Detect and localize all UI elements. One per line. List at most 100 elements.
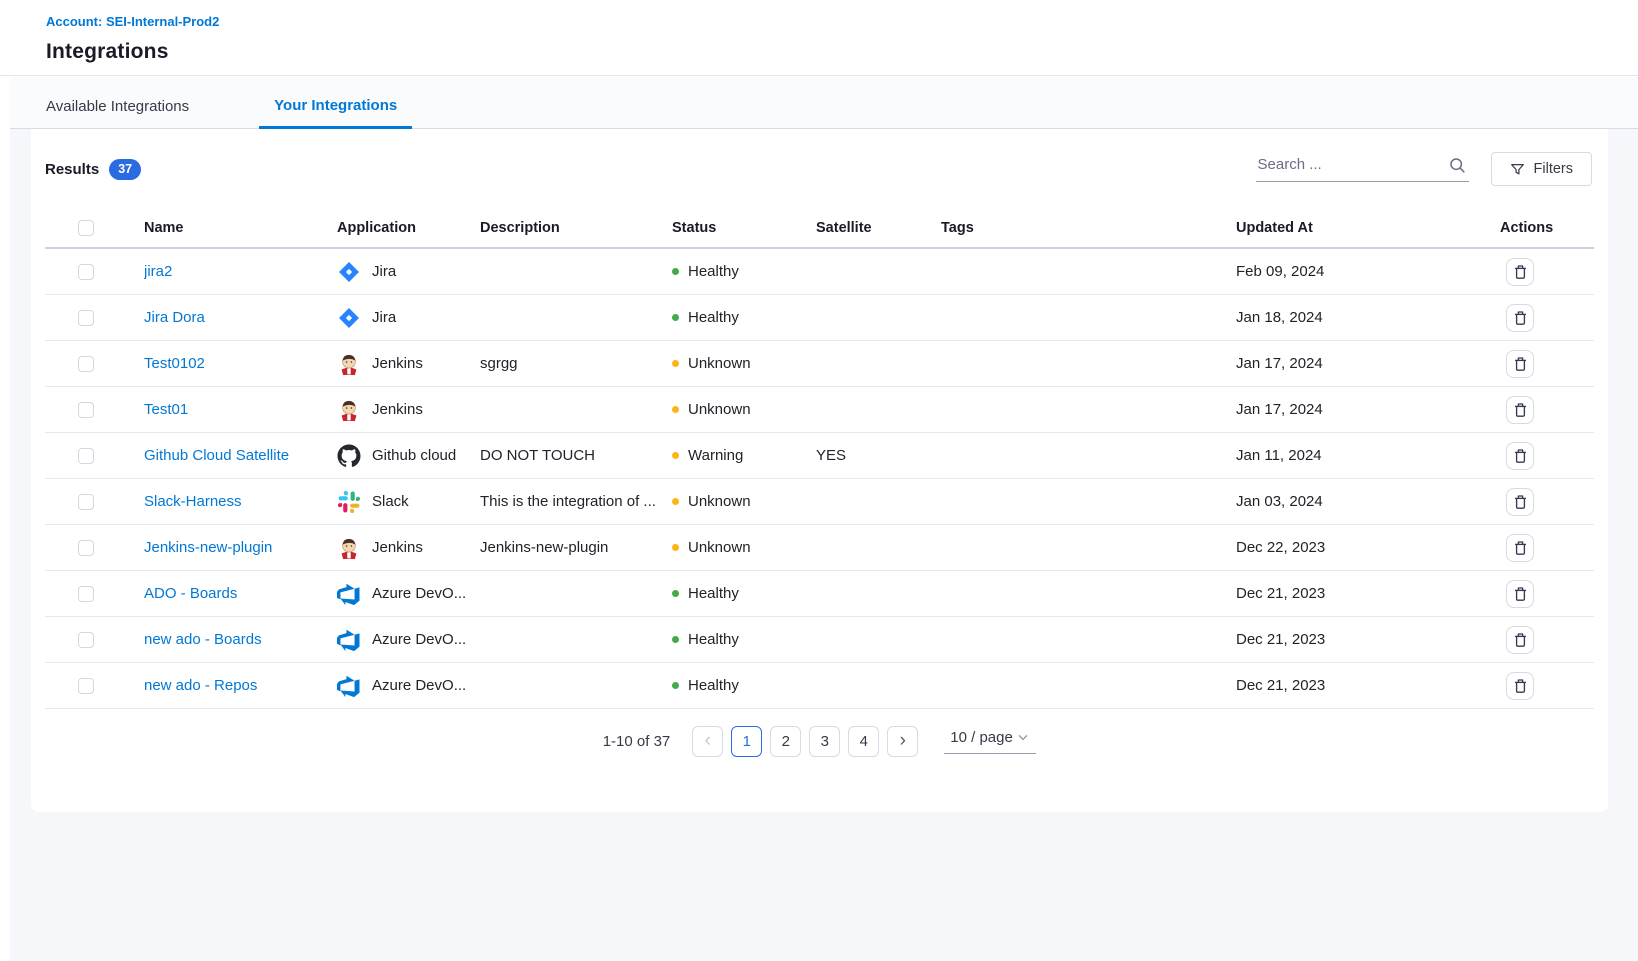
delete-button[interactable]	[1506, 258, 1534, 286]
application-label: Azure DevO...	[372, 677, 466, 694]
description-text: This is the integration of ...	[480, 493, 672, 510]
row-checkbox[interactable]	[78, 310, 94, 326]
row-checkbox[interactable]	[78, 540, 94, 556]
updated-at-value: Dec 22, 2023	[1236, 539, 1500, 556]
column-header-name: Name	[144, 220, 337, 236]
trash-icon	[1513, 540, 1528, 556]
pagination-page-2[interactable]: 2	[770, 726, 801, 757]
application-label: Jira	[372, 309, 396, 326]
delete-button[interactable]	[1506, 396, 1534, 424]
integration-name-link[interactable]: Test01	[144, 401, 188, 418]
status-dot	[672, 314, 679, 321]
results-count-badge: 37	[109, 159, 141, 180]
trash-icon	[1513, 448, 1528, 464]
delete-button[interactable]	[1506, 672, 1534, 700]
trash-icon	[1513, 264, 1528, 280]
status-dot	[672, 406, 679, 413]
pagination-page-4[interactable]: 4	[848, 726, 879, 757]
column-header-tags: Tags	[941, 220, 1236, 236]
column-header-updated-at: Updated At	[1236, 220, 1500, 236]
integration-name-link[interactable]: new ado - Repos	[144, 677, 257, 694]
delete-button[interactable]	[1506, 580, 1534, 608]
row-checkbox[interactable]	[78, 356, 94, 372]
search-input[interactable]	[1258, 156, 1443, 173]
page-size-select[interactable]: 10 / page	[944, 729, 1036, 754]
integration-name-link[interactable]: Slack-Harness	[144, 493, 242, 510]
row-checkbox[interactable]	[78, 678, 94, 694]
integration-name-link[interactable]: jira2	[144, 263, 172, 280]
delete-button[interactable]	[1506, 626, 1534, 654]
select-all-checkbox[interactable]	[78, 220, 94, 236]
trash-icon	[1513, 494, 1528, 510]
table-header-row: Name Application Description Status Sate…	[45, 209, 1594, 249]
delete-button[interactable]	[1506, 304, 1534, 332]
column-header-status: Status	[672, 220, 816, 236]
integration-name-link[interactable]: Test0102	[144, 355, 205, 372]
row-checkbox[interactable]	[78, 494, 94, 510]
trash-icon	[1513, 678, 1528, 694]
results-label: Results	[45, 161, 99, 178]
table-row: Github Cloud Satellite Github cloud DO N…	[45, 433, 1594, 479]
status-label: Healthy	[688, 309, 739, 326]
status-dot	[672, 360, 679, 367]
updated-at-value: Jan 03, 2024	[1236, 493, 1500, 510]
updated-at-value: Jan 18, 2024	[1236, 309, 1500, 326]
page-header: Account: SEI-Internal-Prod2 Integrations	[0, 0, 1638, 76]
column-header-description: Description	[480, 220, 672, 236]
account-link[interactable]: Account: SEI-Internal-Prod2	[46, 14, 219, 29]
table-row: Slack-Harness Slack This is the integrat…	[45, 479, 1594, 525]
table-row: Jenkins-new-plugin Jenkins Jenkins-new-p…	[45, 525, 1594, 571]
status-label: Unknown	[688, 401, 751, 418]
delete-button[interactable]	[1506, 488, 1534, 516]
trash-icon	[1513, 356, 1528, 372]
status-label: Healthy	[688, 263, 739, 280]
page-title: Integrations	[46, 40, 1638, 64]
delete-button[interactable]	[1506, 350, 1534, 378]
search-icon	[1449, 157, 1466, 174]
row-checkbox[interactable]	[78, 586, 94, 602]
filters-button[interactable]: Filters	[1491, 152, 1592, 186]
updated-at-value: Dec 21, 2023	[1236, 631, 1500, 648]
trash-icon	[1513, 586, 1528, 602]
tab-your-integrations[interactable]: Your Integrations	[259, 97, 412, 129]
updated-at-value: Jan 17, 2024	[1236, 355, 1500, 372]
application-label: Slack	[372, 493, 409, 510]
integration-name-link[interactable]: Jira Dora	[144, 309, 205, 326]
table-row: Test01 Jenkins Unknown Jan 17, 2024	[45, 387, 1594, 433]
status-dot	[672, 682, 679, 689]
status-label: Unknown	[688, 355, 751, 372]
row-checkbox[interactable]	[78, 264, 94, 280]
application-label: Jenkins	[372, 539, 423, 556]
delete-button[interactable]	[1506, 534, 1534, 562]
delete-button[interactable]	[1506, 442, 1534, 470]
jira-icon	[337, 260, 361, 284]
pagination-prev-button[interactable]: ‹	[692, 726, 723, 757]
status-label: Warning	[688, 447, 743, 464]
search-box	[1256, 156, 1469, 182]
integrations-table: Name Application Description Status Sate…	[45, 209, 1594, 709]
application-label: Jenkins	[372, 401, 423, 418]
application-label: Github cloud	[372, 447, 456, 464]
pagination-page-3[interactable]: 3	[809, 726, 840, 757]
updated-at-value: Jan 17, 2024	[1236, 401, 1500, 418]
integration-name-link[interactable]: ADO - Boards	[144, 585, 237, 602]
pagination-next-button[interactable]: ›	[887, 726, 918, 757]
row-checkbox[interactable]	[78, 632, 94, 648]
column-header-actions: Actions	[1500, 220, 1594, 236]
integration-name-link[interactable]: new ado - Boards	[144, 631, 262, 648]
pagination-range: 1-10 of 37	[603, 733, 671, 750]
updated-at-value: Dec 21, 2023	[1236, 585, 1500, 602]
application-label: Jenkins	[372, 355, 423, 372]
row-checkbox[interactable]	[78, 402, 94, 418]
pagination-page-1[interactable]: 1	[731, 726, 762, 757]
jenkins-icon	[337, 536, 361, 560]
jenkins-icon	[337, 398, 361, 422]
status-dot	[672, 498, 679, 505]
table-row: ADO - Boards Azure DevO... Healthy Dec 2…	[45, 571, 1594, 617]
application-label: Jira	[372, 263, 396, 280]
integration-name-link[interactable]: Jenkins-new-plugin	[144, 539, 272, 556]
tab-available-integrations[interactable]: Available Integrations	[31, 98, 204, 129]
integration-name-link[interactable]: Github Cloud Satellite	[144, 447, 289, 464]
row-checkbox[interactable]	[78, 448, 94, 464]
status-dot	[672, 544, 679, 551]
